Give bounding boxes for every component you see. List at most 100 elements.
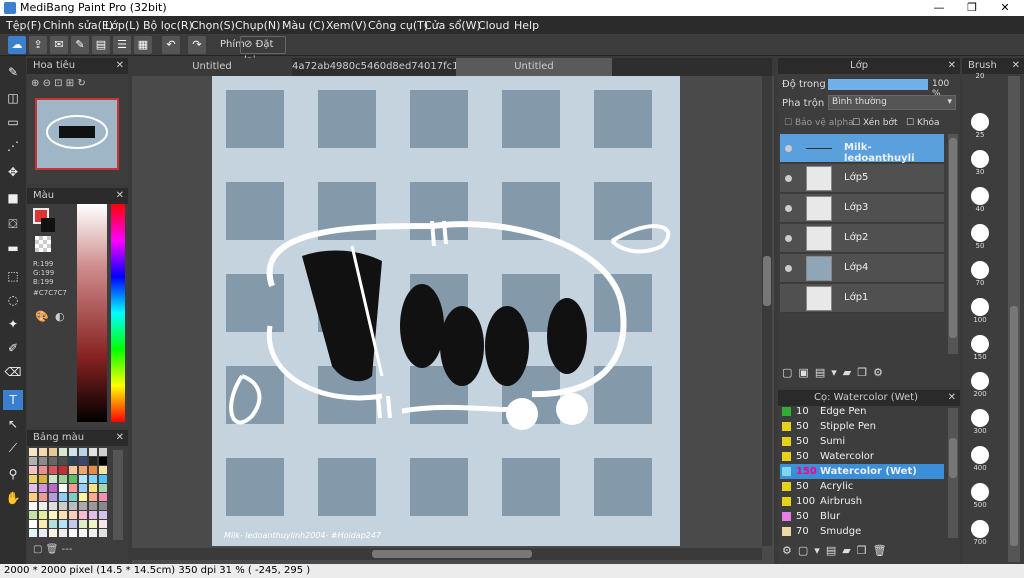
palette-swatch[interactable] <box>49 511 57 519</box>
brush-size-item[interactable]: 30 <box>967 150 993 176</box>
palette-swatch[interactable] <box>39 457 47 465</box>
menu-edit[interactable]: Chỉnh sửa(E) <box>43 19 113 32</box>
close-icon[interactable]: ✕ <box>116 58 124 74</box>
palette-swatch[interactable] <box>79 520 87 528</box>
fill-rect-tool-icon[interactable]: ■ <box>3 188 23 208</box>
brush-size-item[interactable]: 700 <box>967 520 993 546</box>
palette-swatch[interactable] <box>89 475 97 483</box>
saturation-box[interactable] <box>77 204 107 422</box>
brush-size-item[interactable]: 150 <box>967 335 993 361</box>
add-brush-menu-icon[interactable]: ▾ <box>814 544 826 557</box>
palette-swatch[interactable] <box>59 493 67 501</box>
palette-swatch[interactable] <box>59 484 67 492</box>
select-eraser-tool-icon[interactable]: ⌫ <box>3 362 23 382</box>
reset-button[interactable]: ⊘ Đặt lại <box>240 36 286 66</box>
actual-size-icon[interactable]: ⊞ <box>66 78 74 89</box>
palette-swatch[interactable] <box>89 457 97 465</box>
rotate-icon[interactable]: ↻ <box>77 78 85 89</box>
palette-swatch[interactable] <box>69 502 77 510</box>
protect-alpha-checkbox[interactable]: ☐ Bảo vệ alpha <box>784 118 854 128</box>
menu-window[interactable]: Cửa sổ(W) <box>424 19 481 32</box>
palette-swatch[interactable] <box>89 529 97 537</box>
hue-slider[interactable] <box>111 204 125 422</box>
eye-icon[interactable] <box>785 175 792 182</box>
palette-swatch[interactable] <box>39 511 47 519</box>
undo-button[interactable]: ↶ <box>162 36 180 54</box>
palette-swatch[interactable] <box>39 529 47 537</box>
menu-filter[interactable]: Bộ lọc(R) <box>143 19 193 32</box>
transparent-swatch[interactable] <box>35 236 51 252</box>
palette-swatch[interactable] <box>89 448 97 456</box>
palette-swatch[interactable] <box>59 448 67 456</box>
menu-cloud[interactable]: Cloud <box>478 19 509 32</box>
gradient-tool-icon[interactable]: ▬ <box>3 238 23 258</box>
canvas-vertical-scrollbar[interactable] <box>762 76 772 546</box>
brush-size-item[interactable]: 400 <box>967 446 993 472</box>
brush-size-item[interactable]: 20 <box>967 72 993 80</box>
select-tool-icon[interactable]: ⬚ <box>3 266 23 286</box>
brush-item[interactable]: 70 Smudge <box>780 524 944 539</box>
palette-grid[interactable] <box>29 448 109 540</box>
layer-row[interactable]: Lớp3 <box>780 194 944 223</box>
list-icon[interactable]: ☰ <box>113 36 131 54</box>
lasso-tool-icon[interactable]: ◌ <box>3 290 23 310</box>
palette-swatch[interactable] <box>79 511 87 519</box>
palette-swatch[interactable] <box>79 502 87 510</box>
maximize-button[interactable]: ❐ <box>955 0 989 16</box>
layer-row[interactable]: Lớp5 <box>780 164 944 193</box>
brush-folder-icon[interactable]: ▰ <box>842 544 856 557</box>
palette-swatch[interactable] <box>29 457 37 465</box>
palette-swatch[interactable] <box>69 448 77 456</box>
palette-swatch[interactable] <box>29 466 37 474</box>
new-layer-icon[interactable]: ▢ <box>782 366 798 379</box>
palette-swatch[interactable] <box>89 511 97 519</box>
close-icon[interactable]: ✕ <box>116 188 124 204</box>
menu-select[interactable]: Chọn(S) <box>191 19 235 32</box>
palette-swatch[interactable] <box>99 466 107 474</box>
palette-swatch[interactable] <box>59 475 67 483</box>
drawing-canvas[interactable]: Milk- ledoanthuylinh2004- #Hoidap247 <box>212 76 680 546</box>
brush-item[interactable]: 50 Blur <box>780 509 944 524</box>
palette-swatch[interactable] <box>49 448 57 456</box>
menu-help[interactable]: Help <box>514 19 539 32</box>
menu-file[interactable]: Tệp(F) <box>6 19 41 32</box>
menu-color[interactable]: Màu (C) <box>282 19 325 32</box>
palette-scrollbar[interactable] <box>113 450 123 540</box>
palette-swatch[interactable] <box>39 475 47 483</box>
palette-swatch[interactable] <box>69 484 77 492</box>
palette-swatch[interactable] <box>79 493 87 501</box>
add-layer-menu-icon[interactable]: ▾ <box>831 366 843 379</box>
canvas-area[interactable]: Milk- ledoanthuylinh2004- #Hoidap247 <box>132 76 774 564</box>
palette-swatch[interactable] <box>69 466 77 474</box>
shape-tool-icon[interactable]: ▭ <box>3 112 23 132</box>
palette-swatch[interactable] <box>69 475 77 483</box>
palette-swatch[interactable] <box>29 520 37 528</box>
bucket-tool-icon[interactable]: ⛋ <box>3 214 23 234</box>
palette-swatch[interactable] <box>39 466 47 474</box>
zoom-out-icon[interactable]: ⊖ <box>43 78 51 89</box>
brush-size-item[interactable]: 40 <box>967 187 993 213</box>
palette-swatch[interactable] <box>99 493 107 501</box>
close-icon[interactable]: ✕ <box>116 430 124 446</box>
palette-swatch[interactable] <box>79 529 87 537</box>
canvas-horizontal-scrollbar[interactable] <box>132 548 762 560</box>
palette-swatch[interactable] <box>29 475 37 483</box>
palette-swatch[interactable] <box>99 529 107 537</box>
layers-scroll-thumb[interactable] <box>949 138 957 338</box>
comment-icon[interactable]: ✉ <box>50 36 68 54</box>
palette-swatch[interactable] <box>49 520 57 528</box>
palette-swatch[interactable] <box>69 520 77 528</box>
layer-row[interactable]: Lớp4 <box>780 254 944 283</box>
palette-swatch[interactable] <box>79 448 87 456</box>
close-button[interactable]: ✕ <box>988 0 1022 16</box>
palette-swatch[interactable] <box>79 457 87 465</box>
palette-swatch[interactable] <box>49 457 57 465</box>
palette-swatch[interactable] <box>49 529 57 537</box>
horizontal-scroll-thumb[interactable] <box>372 550 532 558</box>
palette-swatch[interactable] <box>29 484 37 492</box>
secondary-color-swatch[interactable] <box>41 218 55 232</box>
hand-tool-icon[interactable]: ✋ <box>3 488 23 508</box>
brush-properties-icon[interactable]: ▤ <box>826 544 842 557</box>
palette-swatch[interactable] <box>59 466 67 474</box>
palette-swatch[interactable] <box>59 511 67 519</box>
